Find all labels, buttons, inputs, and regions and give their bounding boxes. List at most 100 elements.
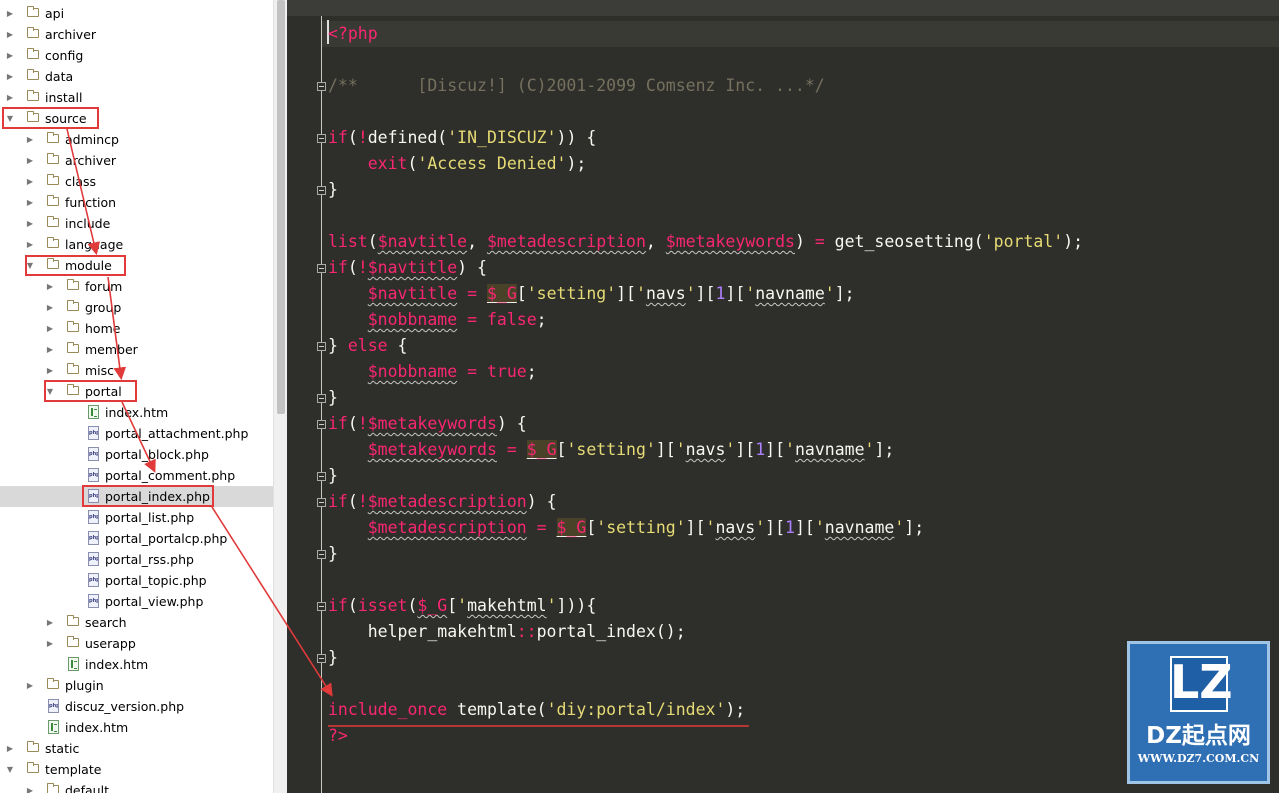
code-token: ]; <box>874 440 895 459</box>
tree-item[interactable]: ▼ template <box>0 759 273 780</box>
code-line[interactable]: $nobbname = false; <box>328 307 547 333</box>
tree-item[interactable]: ▶ archiver <box>0 24 273 45</box>
expand-right-icon[interactable]: ▶ <box>5 3 15 24</box>
tree-item[interactable]: php portal_block.php <box>0 444 273 465</box>
expand-down-icon[interactable]: ▼ <box>5 759 15 780</box>
tree-item[interactable]: ▶ misc <box>0 360 273 381</box>
tree-item[interactable]: ▶ archiver <box>0 150 273 171</box>
code-line[interactable]: include_once template('diy:portal/index'… <box>328 697 745 723</box>
code-token: ][ <box>765 440 786 459</box>
tree-item[interactable]: ▶ home <box>0 318 273 339</box>
tree-item[interactable]: ▶ config <box>0 45 273 66</box>
tree-item[interactable]: ▶ plugin <box>0 675 273 696</box>
code-token: ' <box>814 518 825 537</box>
tree-item[interactable]: php portal_rss.php <box>0 549 273 570</box>
tree-item[interactable]: php portal_portalcp.php <box>0 528 273 549</box>
code-token: list <box>328 232 368 251</box>
expand-right-icon[interactable]: ▶ <box>25 675 35 696</box>
code-line[interactable]: if(!$metakeywords) { <box>328 411 527 437</box>
tree-item[interactable]: ▶ data <box>0 66 273 87</box>
tree-item[interactable]: ▶ language <box>0 234 273 255</box>
code-line[interactable]: } <box>328 463 338 489</box>
tree-item[interactable]: ▶ admincp <box>0 129 273 150</box>
code-line[interactable]: list($navtitle, $metadescription, $metak… <box>328 229 1083 255</box>
expand-right-icon[interactable]: ▶ <box>5 24 15 45</box>
tree-item[interactable]: php portal_list.php <box>0 507 273 528</box>
expand-right-icon[interactable]: ▶ <box>45 318 55 339</box>
tree-item[interactable]: ▶ install <box>0 87 273 108</box>
expand-right-icon[interactable]: ▶ <box>25 213 35 234</box>
code-line[interactable]: exit('Access Denied'); <box>328 151 587 177</box>
code-line[interactable]: if(isset($_G['makehtml'])){ <box>328 593 596 619</box>
fold-toggle-icon[interactable] <box>317 342 326 351</box>
tree-item[interactable]: index.htm <box>0 654 273 675</box>
tree-item[interactable]: php portal_topic.php <box>0 570 273 591</box>
code-line[interactable]: } else { <box>328 333 408 359</box>
tree-item[interactable]: ▶ include <box>0 213 273 234</box>
tree-item[interactable]: ▶ group <box>0 297 273 318</box>
code-line[interactable]: <?php <box>328 21 378 47</box>
expand-right-icon[interactable]: ▶ <box>25 150 35 171</box>
fold-toggle-icon[interactable] <box>317 82 326 91</box>
code-line[interactable]: } <box>328 541 338 567</box>
tree-item[interactable]: ▶ search <box>0 612 273 633</box>
fold-toggle-icon[interactable] <box>317 550 326 559</box>
code-token: 'Access Denied' <box>417 154 567 173</box>
expand-right-icon[interactable]: ▶ <box>25 129 35 150</box>
code-line[interactable]: } <box>328 385 338 411</box>
tree-item[interactable]: ▶ api <box>0 3 273 24</box>
expand-right-icon[interactable]: ▶ <box>45 360 55 381</box>
tree-item[interactable]: ▶ function <box>0 192 273 213</box>
tree-item[interactable]: ▶ member <box>0 339 273 360</box>
fold-toggle-icon[interactable] <box>317 134 326 143</box>
tree-item[interactable]: php portal_view.php <box>0 591 273 612</box>
expand-right-icon[interactable]: ▶ <box>5 738 15 759</box>
fold-toggle-icon[interactable] <box>317 602 326 611</box>
code-line[interactable]: ?> <box>328 723 348 749</box>
code-line[interactable]: helper_makehtml::portal_index(); <box>328 619 686 645</box>
code-line[interactable]: } <box>328 177 338 203</box>
code-line[interactable]: } <box>328 645 338 671</box>
tree-scrollbar-thumb[interactable] <box>277 0 285 414</box>
expand-right-icon[interactable]: ▶ <box>45 297 55 318</box>
fold-toggle-icon[interactable] <box>317 420 326 429</box>
code-token: ) { <box>496 414 527 433</box>
tree-item[interactable]: index.htm <box>0 402 273 423</box>
expand-right-icon[interactable]: ▶ <box>25 234 35 255</box>
tree-item[interactable]: php discuz_version.php <box>0 696 273 717</box>
code-line[interactable]: $navtitle = $_G['setting']['navs'][1]['n… <box>328 281 855 307</box>
code-line[interactable]: /** [Discuz!] (C)2001-2099 Comsenz Inc. … <box>328 73 825 99</box>
expand-right-icon[interactable]: ▶ <box>25 171 35 192</box>
fold-toggle-icon[interactable] <box>317 472 326 481</box>
code-line[interactable]: $nobbname = true; <box>328 359 537 385</box>
tree-item[interactable]: php portal_attachment.php <box>0 423 273 444</box>
expand-right-icon[interactable]: ▶ <box>5 87 15 108</box>
expand-right-icon[interactable]: ▶ <box>45 339 55 360</box>
code-line[interactable]: if(!defined('IN_DISCUZ')) { <box>328 125 596 151</box>
code-token: ( <box>347 492 358 511</box>
expand-right-icon[interactable]: ▶ <box>5 45 15 66</box>
code-line[interactable]: if(!$metadescription) { <box>328 489 557 515</box>
expand-right-icon[interactable]: ▶ <box>45 612 55 633</box>
fold-toggle-icon[interactable] <box>317 498 326 507</box>
code-line[interactable]: $metakeywords = $_G['setting']['navs'][1… <box>328 437 894 463</box>
fold-toggle-icon[interactable] <box>317 264 326 273</box>
fold-toggle-icon[interactable] <box>317 394 326 403</box>
tree-item[interactable]: ▶ default <box>0 780 273 793</box>
expand-right-icon[interactable]: ▶ <box>25 780 35 793</box>
tree-item[interactable]: index.htm <box>0 717 273 738</box>
tree-item[interactable]: php portal_comment.php <box>0 465 273 486</box>
expand-right-icon[interactable]: ▶ <box>5 66 15 87</box>
tree-item[interactable]: ▶ static <box>0 738 273 759</box>
expand-right-icon[interactable]: ▶ <box>25 192 35 213</box>
tree-item[interactable]: ▶ class <box>0 171 273 192</box>
expand-right-icon[interactable]: ▶ <box>45 276 55 297</box>
fold-toggle-icon[interactable] <box>317 186 326 195</box>
code-line[interactable]: if(!$navtitle) { <box>328 255 487 281</box>
tree-item[interactable]: ▶ forum <box>0 276 273 297</box>
expand-right-icon[interactable]: ▶ <box>45 633 55 654</box>
code-line[interactable]: $metadescription = $_G['setting']['navs'… <box>328 515 924 541</box>
fold-toggle-icon[interactable] <box>317 654 326 663</box>
tree-item[interactable]: ▶ userapp <box>0 633 273 654</box>
tree-item-label: data <box>45 69 74 84</box>
